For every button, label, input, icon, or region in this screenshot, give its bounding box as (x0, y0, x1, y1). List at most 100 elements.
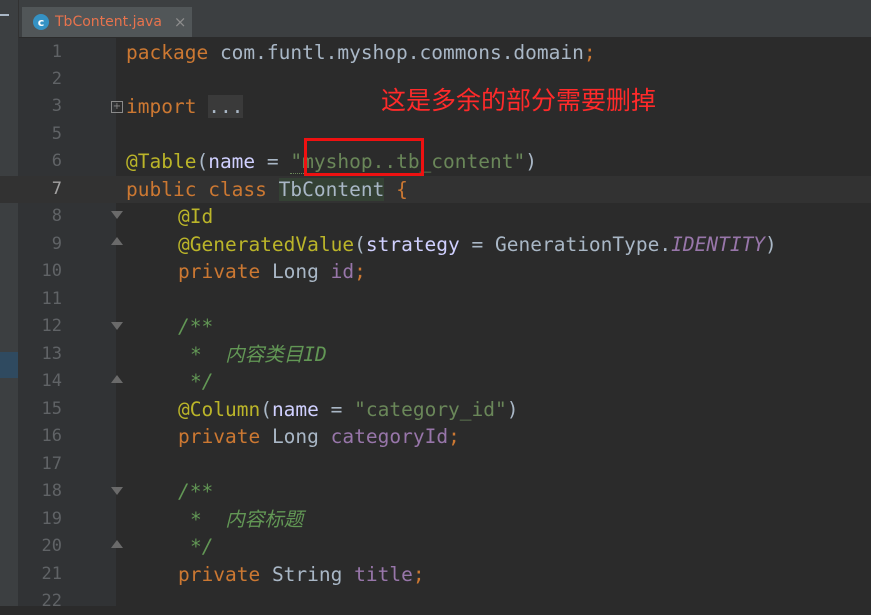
tab-tbcontent-java[interactable]: c TbContent.java × (22, 7, 192, 37)
semicolon: ; (412, 563, 425, 586)
line-number: 14 (41, 371, 62, 391)
line-number: 7 (51, 179, 62, 199)
class-name: TbContent (278, 178, 385, 201)
code-line: 18 /** (0, 478, 871, 505)
minimize-icon[interactable] (0, 14, 9, 16)
editor-tab-bar: c TbContent.java × (0, 0, 871, 38)
keyword: private (178, 563, 261, 586)
string-token: "category_id" (354, 398, 507, 421)
annotation-token: @Table (126, 150, 197, 173)
semicolon: ; (448, 425, 460, 448)
equals: = (255, 150, 291, 173)
field-name: id (330, 260, 355, 283)
fold-collapse-icon[interactable] (111, 487, 123, 495)
close-tab-icon[interactable]: × (174, 13, 187, 31)
doc-comment: * 内容标题 (190, 508, 304, 531)
code-line: 9 @GeneratedValue(strategy = GenerationT… (0, 231, 871, 258)
type-name: String (271, 563, 343, 586)
tab-filename: TbContent.java (55, 14, 162, 30)
folded-imports[interactable]: ... (208, 95, 244, 118)
semicolon: ; (354, 260, 366, 283)
doc-comment: */ (190, 370, 214, 393)
code-text: private Long categoryId; (178, 423, 460, 450)
fold-expand-icon[interactable]: + (111, 101, 123, 113)
code-line: 12 /** (0, 313, 871, 340)
code-line: 16 private Long categoryId; (0, 423, 871, 450)
param-name: strategy (365, 233, 460, 256)
code-line: 6 @Table(name = "myshop..tb_content") (0, 148, 871, 175)
code-line: 19 * 内容标题 (0, 506, 871, 533)
code-line: 20 */ (0, 533, 871, 560)
line-number: 3 (51, 96, 62, 116)
keyword: class (208, 178, 267, 201)
type-name: Long (271, 425, 319, 448)
keyword: package (126, 41, 209, 64)
param-name: name (208, 150, 256, 173)
keyword: import (126, 95, 197, 118)
field-name: categoryId (330, 425, 449, 448)
equals: = (318, 398, 355, 421)
fold-end-icon[interactable] (111, 375, 123, 383)
line-number: 13 (41, 344, 62, 364)
line-number: 2 (51, 69, 62, 89)
code-line: 13 * 内容类目ID (0, 341, 871, 368)
line-number: 1 (51, 42, 62, 62)
annotation-highlight-box (304, 138, 424, 176)
code-line: 17 (0, 451, 871, 478)
line-number: 20 (41, 536, 62, 556)
java-class-icon: c (33, 14, 49, 30)
package-name: com.funtl.myshop.commons.domain (219, 41, 584, 64)
annotation-callout-text: 这是多余的部分需要删掉 (381, 86, 657, 115)
annotation-token: @Id (178, 205, 214, 228)
doc-comment: * 内容类目ID (190, 343, 327, 366)
fold-collapse-icon[interactable] (111, 322, 123, 330)
code-line: 21 private String title; (0, 561, 871, 588)
code-text: private String title; (178, 561, 425, 588)
field-name: title (354, 563, 413, 586)
fold-end-icon[interactable] (111, 237, 123, 245)
doc-comment: /** (178, 480, 214, 503)
line-number: 21 (41, 564, 62, 584)
line-number: 16 (41, 426, 62, 446)
code-line: 8 @Id (0, 203, 871, 230)
annotation-token: @GeneratedValue (178, 233, 355, 256)
annotation-token: @Column (178, 398, 261, 421)
keyword: public (126, 178, 197, 201)
keyword: private (178, 260, 261, 283)
param-name: name (271, 398, 319, 421)
fold-end-icon[interactable] (111, 540, 123, 548)
equals: = (459, 233, 496, 256)
fold-collapse-icon[interactable] (111, 211, 123, 219)
code-text: import ... (126, 93, 244, 120)
code-line: 15 @Column(name = "category_id") (0, 396, 871, 423)
code-line: 10 private Long id; (0, 258, 871, 285)
line-number: 18 (41, 481, 62, 501)
code-text: @Column(name = "category_id") (178, 398, 519, 421)
code-text: package com.funtl.myshop.commons.domain; (126, 39, 596, 66)
enum-type: GenerationType. (495, 233, 672, 256)
code-text: public class TbContent { (126, 176, 408, 203)
line-number: 15 (41, 399, 62, 419)
code-line: 14 */ (0, 368, 871, 395)
code-text: @GeneratedValue(strategy = GenerationTyp… (178, 233, 777, 256)
line-number: 8 (51, 206, 62, 226)
semicolon: ; (583, 41, 596, 64)
brace: { (396, 178, 408, 201)
line-number: 12 (41, 316, 62, 336)
type-name: Long (271, 260, 319, 283)
line-number: 9 (51, 234, 62, 254)
code-line-current: 7 public class TbContent { (0, 176, 871, 203)
enum-constant: IDENTITY (671, 233, 766, 256)
line-number: 5 (51, 124, 62, 144)
code-line: 11 (0, 286, 871, 313)
line-number: 17 (41, 454, 62, 474)
code-line: 22 (0, 588, 871, 615)
code-text: @Id (178, 203, 213, 230)
keyword: private (178, 425, 261, 448)
line-number: 11 (41, 289, 62, 309)
doc-comment: /** (178, 315, 214, 338)
line-number: 10 (41, 261, 62, 281)
doc-comment: */ (190, 535, 214, 558)
line-number: 19 (41, 509, 62, 529)
code-text: private Long id; (178, 258, 366, 285)
